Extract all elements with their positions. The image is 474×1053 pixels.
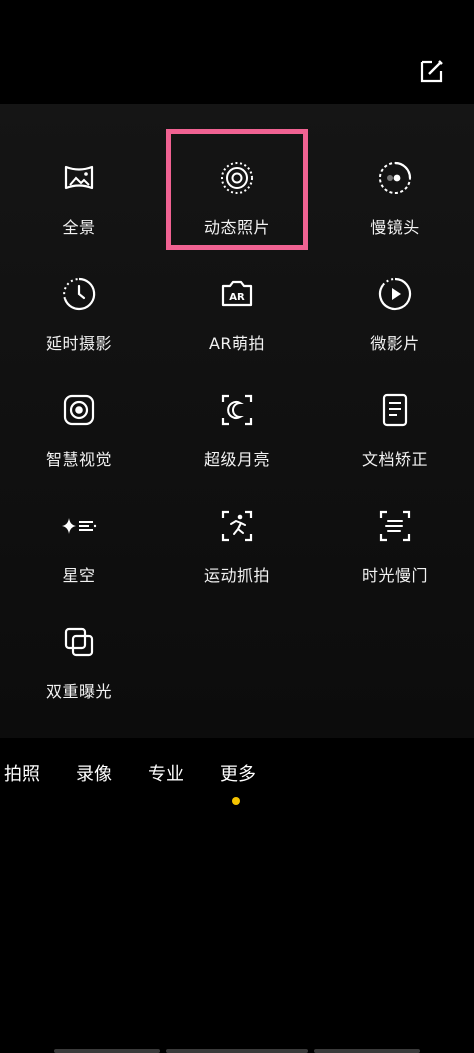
top-bar [0, 0, 474, 104]
bottom-segment [314, 1049, 420, 1053]
time-lapse-icon [59, 274, 99, 314]
mode-double-exposure[interactable]: 双重曝光 [0, 612, 158, 724]
stars-icon [59, 506, 99, 546]
mode-smart-vision[interactable]: 智慧视觉 [0, 380, 158, 492]
mode-panorama[interactable]: 全景 [0, 148, 158, 260]
edit-icon[interactable] [418, 57, 446, 85]
ar-icon: AR [217, 274, 257, 314]
mode-doc-correct[interactable]: 文档矫正 [316, 380, 474, 492]
bottom-segment [166, 1049, 308, 1053]
active-mode-indicator [232, 797, 240, 805]
mode-slow-shutter[interactable]: 时光慢门 [316, 496, 474, 608]
mode-slow-motion[interactable]: 慢镜头 [316, 148, 474, 260]
mode-label: 文档矫正 [361, 450, 428, 469]
mode-micro-video[interactable]: 微影片 [316, 264, 474, 376]
sport-icon [217, 506, 257, 546]
svg-text:AR: AR [229, 292, 245, 303]
mode-starry-sky[interactable]: 星空 [0, 496, 158, 608]
slow-shutter-icon [375, 506, 415, 546]
panorama-icon [59, 158, 99, 198]
mode-label: 运动抓拍 [203, 566, 270, 585]
micro-video-icon [375, 274, 415, 314]
slow-motion-icon [375, 158, 415, 198]
mode-tab-more[interactable]: 更多 [220, 760, 256, 786]
mode-label: 时光慢门 [361, 566, 428, 585]
mode-label: 延时摄影 [45, 334, 112, 353]
mode-time-lapse[interactable]: 延时摄影 [0, 264, 158, 376]
mode-tab-video[interactable]: 录像 [76, 760, 112, 786]
mode-label: 微影片 [370, 334, 420, 353]
mode-label: AR萌拍 [208, 334, 266, 353]
mode-tab-photo[interactable]: 拍照 [4, 760, 40, 786]
bottom-edge [0, 1046, 474, 1053]
mode-label: 超级月亮 [203, 450, 270, 469]
mode-label: 双重曝光 [45, 682, 112, 701]
smart-vision-icon [59, 390, 99, 430]
document-icon [375, 390, 415, 430]
mode-label: 慢镜头 [370, 218, 420, 237]
double-exposure-icon [59, 622, 99, 662]
mode-label: 全景 [62, 218, 96, 237]
mode-ar-sticker[interactable]: AR AR萌拍 [158, 264, 316, 376]
mode-sport-capture[interactable]: 运动抓拍 [158, 496, 316, 608]
camera-mode-bar: 拍照 录像 专业 更多 [0, 760, 474, 800]
mode-label: 星空 [62, 566, 96, 585]
moon-icon [217, 390, 257, 430]
selection-highlight [166, 129, 308, 250]
bottom-segment [54, 1049, 160, 1053]
mode-label: 智慧视觉 [45, 450, 112, 469]
mode-super-moon[interactable]: 超级月亮 [158, 380, 316, 492]
mode-tab-pro[interactable]: 专业 [148, 760, 184, 786]
